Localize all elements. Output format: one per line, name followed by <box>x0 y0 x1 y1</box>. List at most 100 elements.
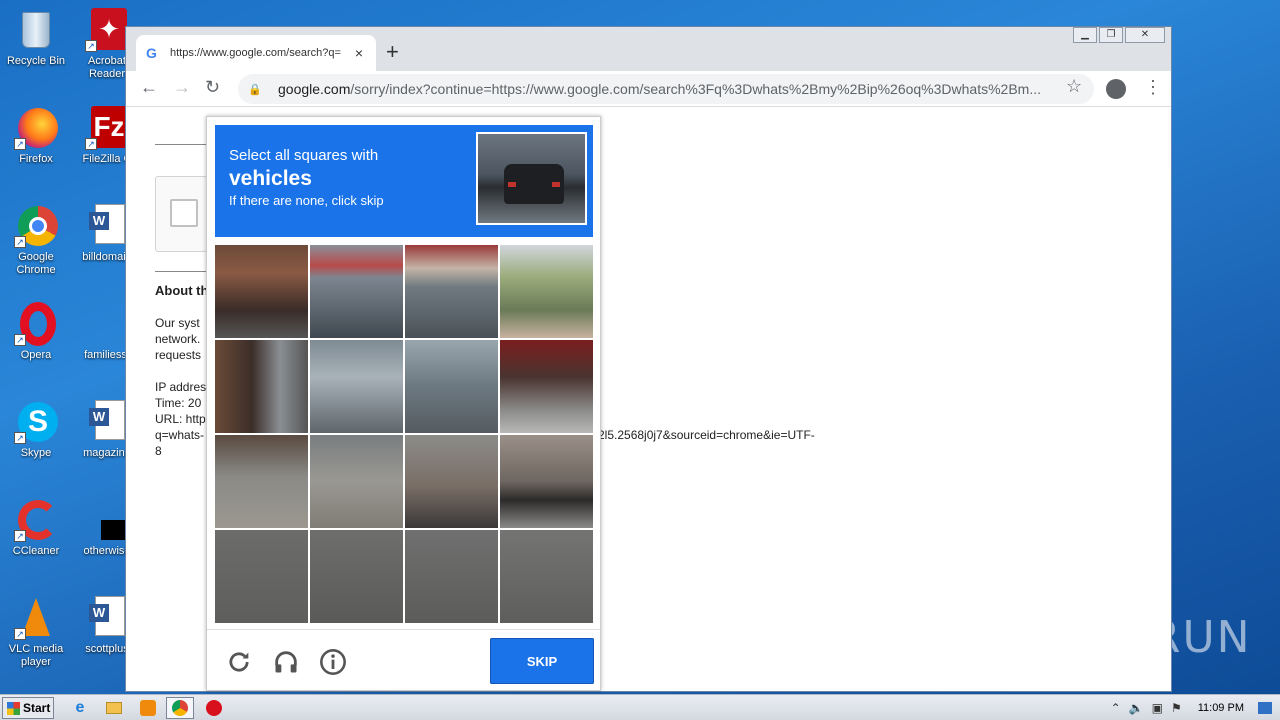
windows-logo-icon <box>7 701 20 715</box>
shortcut-arrow-icon: ↗ <box>14 628 26 640</box>
grid-tile[interactable] <box>500 340 593 433</box>
url-path: /sorry/index?continue=https://www.google… <box>350 81 1042 97</box>
para-line: requests <box>155 348 202 362</box>
headphones-icon[interactable] <box>272 648 300 676</box>
tab-google-search[interactable]: G https://www.google.com/search?q= × <box>136 35 376 71</box>
window-controls: ▁ ❐ ✕ <box>1073 27 1165 43</box>
grid-tile[interactable] <box>215 435 308 528</box>
info-icon[interactable] <box>319 648 347 676</box>
grid-tile[interactable] <box>215 340 308 433</box>
shortcut-arrow-icon: ↗ <box>14 432 26 444</box>
grid-tile[interactable] <box>500 245 593 338</box>
lock-icon: 🔒 <box>248 83 262 96</box>
minimize-button[interactable]: ▁ <box>1073 27 1097 43</box>
car-shape <box>504 164 564 204</box>
refresh-icon[interactable] <box>225 648 253 676</box>
address-bar[interactable]: 🔒 google.com /sorry/index?continue=https… <box>238 74 1094 104</box>
grid-tile[interactable] <box>500 435 593 528</box>
desktop-icon-label: CCleaner <box>12 545 60 557</box>
chrome-taskbar-button[interactable] <box>166 697 194 719</box>
blank-doc-icon <box>85 302 129 346</box>
desktop-icon-label: Skype <box>20 447 52 459</box>
word-doc-icon: W <box>85 596 129 640</box>
shortcut-arrow-icon: ↗ <box>85 138 97 150</box>
recycle-bin-icon <box>14 8 58 52</box>
grid-tile[interactable] <box>405 435 498 528</box>
media-player-taskbar-button[interactable] <box>134 697 162 719</box>
start-label: Start <box>23 701 51 715</box>
chrome-icon: ↗ <box>14 204 58 248</box>
word-doc-icon: W <box>85 400 129 444</box>
para-line: Our syst <box>155 316 200 330</box>
system-tray: ⌃ 🔈 ▣ ⚑ 11:09 PM <box>1111 695 1280 720</box>
filezilla-icon: Fz ↗ <box>85 106 129 150</box>
grid-tile[interactable] <box>310 245 403 338</box>
query-line-end: 2l5.2568j0j7&sourceid=chrome&ie=UTF- <box>598 428 815 442</box>
volume-icon[interactable]: 🔈 <box>1129 701 1144 715</box>
network-icon[interactable]: ▣ <box>1152 701 1163 715</box>
opera-desktop-icon[interactable]: ↗ Opera <box>1 302 71 362</box>
url-line: URL: http <box>155 412 206 426</box>
close-window-button[interactable]: ✕ <box>1125 27 1165 43</box>
recaptcha-challenge: Select all squares with vehicles If ther… <box>206 116 601 691</box>
forward-arrow-icon[interactable]: → <box>173 77 191 98</box>
skype-icon: S ↗ <box>14 400 58 444</box>
recycle-bin-desktop-icon[interactable]: Recycle Bin <box>1 8 71 68</box>
ccleaner-desktop-icon[interactable]: ↗ CCleaner <box>1 498 71 558</box>
action-center-flag-icon[interactable]: ⚑ <box>1171 701 1182 715</box>
tray-expand-icon[interactable]: ⌃ <box>1111 701 1121 715</box>
firefox-desktop-icon[interactable]: ↗ Firefox <box>1 106 71 166</box>
tab-close-icon[interactable]: × <box>352 45 366 61</box>
grid-tile[interactable] <box>310 340 403 433</box>
grid-tile[interactable] <box>405 340 498 433</box>
clock[interactable]: 11:09 PM <box>1198 702 1244 714</box>
desktop-icon-label: Opera <box>20 349 52 361</box>
vlc-icon: ↗ <box>14 596 58 640</box>
google-favicon-icon: G <box>146 45 157 61</box>
vlc-desktop-icon[interactable]: ↗ VLC media player <box>1 596 71 669</box>
grid-tile[interactable] <box>500 530 593 623</box>
back-arrow-icon[interactable]: ← <box>140 77 158 98</box>
shortcut-arrow-icon: ↗ <box>14 334 26 346</box>
shortcut-arrow-icon: ↗ <box>85 40 97 52</box>
opera-icon <box>206 700 222 716</box>
recaptcha-checkbox[interactable] <box>170 199 198 227</box>
skype-desktop-icon[interactable]: S ↗ Skype <box>1 400 71 460</box>
image-grid <box>215 245 593 623</box>
grid-tile[interactable] <box>405 245 498 338</box>
instruction-line3: If there are none, click skip <box>229 193 384 208</box>
grid-tile[interactable] <box>215 530 308 623</box>
folder-icon <box>106 702 122 714</box>
shortcut-arrow-icon: ↗ <box>14 236 26 248</box>
account-avatar-icon[interactable] <box>1106 79 1126 99</box>
opera-taskbar-button[interactable] <box>200 697 228 719</box>
show-desktop-icon[interactable] <box>1258 702 1272 714</box>
ie-taskbar-button[interactable]: e <box>66 697 94 719</box>
browser-toolbar: ← → ↻ 🔒 google.com /sorry/index?continue… <box>126 71 1171 107</box>
chrome-icon <box>172 700 188 716</box>
tab-title: https://www.google.com/search?q= <box>170 47 341 59</box>
grid-tile[interactable] <box>310 530 403 623</box>
reload-icon[interactable]: ↻ <box>205 77 220 98</box>
about-heading: About th <box>155 283 209 298</box>
kebab-menu-icon[interactable]: ⋮ <box>1144 77 1162 98</box>
query-line-last: 8 <box>155 444 162 458</box>
explorer-taskbar-button[interactable] <box>100 697 128 719</box>
query-line-start: q=whats- <box>155 428 205 442</box>
ccleaner-icon: ↗ <box>14 498 58 542</box>
desktop-icon-label: Google Chrome <box>16 251 56 276</box>
bookmark-star-icon[interactable]: ☆ <box>1066 76 1082 97</box>
desktop-icon-label: Recycle Bin <box>6 55 66 67</box>
maximize-button[interactable]: ❐ <box>1099 27 1123 43</box>
para-line: network. <box>155 332 201 346</box>
chrome-desktop-icon[interactable]: ↗ Google Chrome <box>1 204 71 277</box>
desktop-icon-label: VLC media player <box>8 643 64 668</box>
start-button[interactable]: Start <box>2 697 54 719</box>
skip-button[interactable]: SKIP <box>490 638 594 684</box>
media-player-icon <box>140 700 156 716</box>
grid-tile[interactable] <box>215 245 308 338</box>
grid-tile[interactable] <box>310 435 403 528</box>
new-tab-button[interactable]: + <box>386 39 399 65</box>
grid-tile[interactable] <box>405 530 498 623</box>
acrobat-icon: ✦ ↗ <box>85 8 129 52</box>
